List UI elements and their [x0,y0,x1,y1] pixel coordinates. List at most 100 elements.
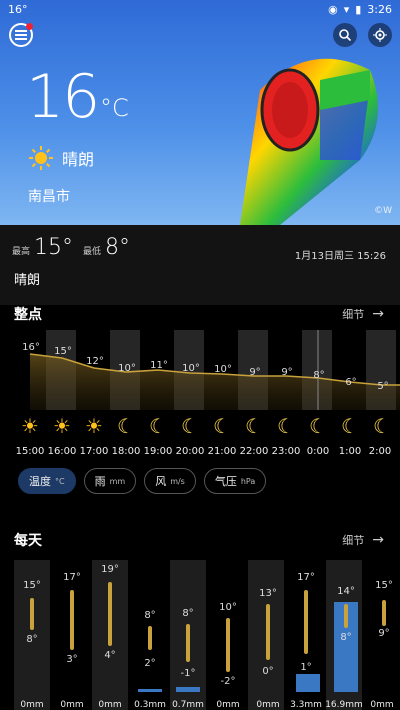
temp-range-bar [30,598,34,630]
moon-icon: ☾ [149,414,167,438]
day-high: 8° [182,608,194,619]
chip-pressure[interactable]: 气压 hPa [203,468,267,494]
search-icon [339,29,351,41]
moon-icon: ☾ [341,414,359,438]
menu-button[interactable] [9,23,33,47]
day-high: 13° [259,588,277,599]
search-button[interactable] [333,23,357,47]
chip-unit: °C [55,476,65,486]
sun-icon: ☀ [21,414,39,438]
high-label: 最高 [12,247,31,257]
day-high: 15° [375,580,393,591]
hour-temp: 9° [281,367,293,378]
chip-label: 风 [155,475,167,488]
temp-range-bar [226,618,230,672]
day-rain: 0mm [370,700,394,710]
clock: 3:26 [367,3,392,16]
hour-temp: 16° [22,342,40,353]
high-temp: 15° [34,235,74,260]
hour-temp: 12° [86,356,104,367]
sun-icon: ☀ [85,414,103,438]
rain-bar [138,689,162,692]
hour-temp: 5° [377,381,389,392]
chip-label: 雨 [94,475,106,488]
hour-time: 2:00 [368,446,392,457]
chip-unit: m/s [170,476,185,486]
kite-image [240,58,378,225]
day-rain: 0.3mm [134,700,166,710]
moon-icon: ☾ [213,414,231,438]
day-low: 2° [144,658,156,669]
day-low: -2° [220,676,236,687]
hourly-detail-label: 细节 [342,308,365,321]
locate-icon [373,28,387,42]
day-rain: 0mm [256,700,280,710]
day-high: 15° [23,580,41,591]
day-high: 17° [297,572,315,583]
arrow-right-icon: → [372,306,384,322]
moon-icon: ☾ [245,414,263,438]
day-high: 19° [101,564,119,575]
menu-icon [15,30,27,40]
sun-icon [29,146,53,170]
day-rain: 0mm [60,700,84,710]
hour-temp: 10° [214,364,232,375]
chip-unit: hPa [240,476,256,486]
hour-temp: 10° [118,363,136,374]
city-name[interactable]: 南昌市 [28,186,70,206]
day-high: 14° [337,586,355,597]
status-bar: 16° ◉ ▾ ▮ 3:26 [0,0,400,18]
moon-icon: ☾ [277,414,295,438]
day-rain: 0mm [98,700,122,710]
daily-detail-link[interactable]: 细节 → [342,532,384,548]
hourly-chart[interactable]: 16° 15° 12° 10° 11° 10° 10° 9° 9° 8° 6° … [0,330,400,410]
temp-range-bar [304,590,308,654]
day-rain: 0.7mm [172,700,204,710]
daily-title: 每天 [14,533,42,549]
chip-wind[interactable]: 风 m/s [144,468,196,494]
chip-label: 气压 [214,475,237,488]
hour-temp: 9° [249,367,261,378]
today-condition: 晴朗 [14,273,41,288]
moon-icon: ☾ [117,414,135,438]
day-low: -1° [180,668,196,679]
location-status-icon: ◉ [328,3,338,16]
low-label: 最低 [83,247,102,257]
day-rain: 16.9mm [325,700,363,710]
hour-temp: 8° [313,370,325,381]
chip-label: 温度 [29,475,51,488]
day-low: 3° [66,654,78,665]
hour-temp: 6° [345,377,357,388]
today-summary: 最高 15° 最低 8° 1月13日周三 15:26 晴朗 [0,225,400,305]
hourly-title: 整点 [14,307,42,323]
day-rain: 0mm [216,700,240,710]
hourly-times: 15:00 16:00 17:00 18:00 19:00 20:00 21:0… [0,446,400,460]
daily-chart[interactable]: 15° 17° 19° 8° 8° 10° 13° 17° 14° 15° 8°… [0,560,400,710]
moon-icon: ☾ [181,414,199,438]
moon-icon: ☾ [309,414,327,438]
high-low: 最高 15° 最低 8° [12,235,130,260]
locate-button[interactable] [368,23,392,47]
chip-unit: mm [109,476,126,486]
day-rain: 3.3mm [290,700,322,710]
chip-temperature[interactable]: 温度 °C [18,468,76,494]
hour-temp: 11° [150,360,168,371]
day-low: 9° [378,628,390,639]
daily-detail-label: 细节 [342,534,365,547]
condition-label: 晴朗 [62,150,95,169]
moon-icon: ☾ [373,414,391,438]
temp-range-bar [148,626,152,650]
rain-bar [176,687,200,692]
date-time: 1月13日周三 15:26 [294,251,386,262]
notification-dot [26,23,33,30]
hourly-detail-link[interactable]: 细节 → [342,306,384,322]
temp-range-bar [108,582,112,646]
battery-icon: ▮ [355,3,362,16]
day-low: 0° [262,666,274,677]
day-low: 8° [26,634,38,645]
wifi-icon: ▾ [343,3,350,16]
day-high: 8° [144,610,156,621]
hour-temp: 15° [54,346,72,357]
temp-range-bar [344,604,348,628]
chip-rain[interactable]: 雨 mm [83,468,137,494]
